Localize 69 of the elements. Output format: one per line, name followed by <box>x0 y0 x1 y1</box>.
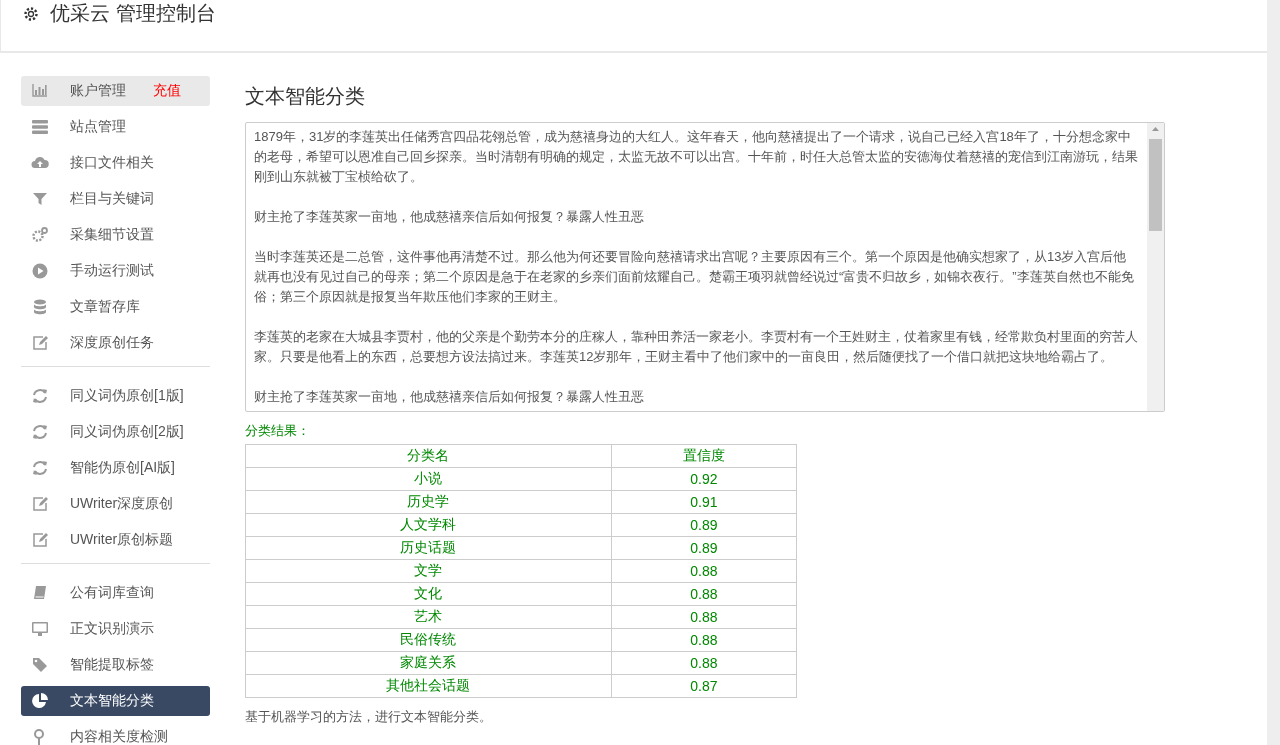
table-cell: 0.89 <box>611 513 797 537</box>
sidebar-item[interactable]: 公有词库查询 <box>21 578 210 608</box>
table-cell: 历史学 <box>245 490 612 514</box>
sidebar-item[interactable]: 智能提取标签 <box>21 650 210 680</box>
edit-icon <box>31 531 49 549</box>
sidebar-item[interactable]: UWriter深度原创 <box>21 489 210 519</box>
sidebar-item-label: 账户管理 <box>70 82 126 100</box>
monitor-icon <box>31 620 49 638</box>
refresh-icon <box>31 387 49 405</box>
text-paragraph: 财主抢了李莲英家一亩地，他成慈禧亲信后如何报复？暴露人性丑恶 <box>254 208 645 226</box>
refresh-icon <box>31 423 49 441</box>
sidebar-item[interactable]: 深度原创任务 <box>21 328 210 358</box>
table-cell: 艺术 <box>245 605 612 629</box>
result-label: 分类结果： <box>245 422 311 440</box>
table-cell: 家庭关系 <box>245 651 612 675</box>
table-cell: 0.91 <box>611 490 797 514</box>
text-paragraph: 当时李莲英还是二总管，这件事他再清楚不过。那么他为何还要冒险向慈禧请求出宫呢？主要原因有三个。第一个原因是他确实想家了，从13岁入宫后他就再也没有见过自己的母亲；第二个原因是急于在老家的乡亲们面前炫耀自己。楚霸王项羽就曾经说过“富贵不归故乡，如锦衣夜行。”李莲英自然也不能免俗；第三个原因就是报复当年欺压他们李家的王财主。 <box>254 248 1135 306</box>
server-icon <box>31 118 49 136</box>
table-cell: 0.89 <box>611 536 797 560</box>
sidebar-item[interactable]: 栏目与关键词 <box>21 184 210 214</box>
sidebar-item[interactable]: 正文识别演示 <box>21 614 210 644</box>
table-cell: 人文学科 <box>245 513 612 537</box>
table-cell: 0.88 <box>611 605 797 629</box>
sidebar-item[interactable]: UWriter原创标题 <box>21 525 210 555</box>
sidebar-item[interactable]: 同义词伪原创[1版] <box>21 381 210 411</box>
page-title: 文本智能分类 <box>245 84 366 109</box>
table-cell: 民俗传统 <box>245 628 612 652</box>
refresh-icon <box>31 459 49 477</box>
text-paragraph: 财主抢了李莲英家一亩地，他成慈禧亲信后如何报复？暴露人性丑恶 <box>254 388 645 406</box>
table-cell: 0.88 <box>611 651 797 675</box>
tag-icon <box>31 656 49 674</box>
settings-icon[interactable] <box>22 4 40 23</box>
scrollbar[interactable] <box>1147 123 1164 411</box>
sidebar-item[interactable]: 智能伪原创[AI版] <box>21 453 210 483</box>
database-icon <box>31 298 49 316</box>
sidebar-item[interactable]: 接口文件相关 <box>21 148 210 178</box>
table-cell: 0.88 <box>611 582 797 606</box>
column-header: 置信度 <box>611 444 797 468</box>
sidebar-item[interactable]: 手动运行测试 <box>21 256 210 286</box>
bar-chart-icon <box>31 82 49 100</box>
sidebar-item[interactable]: 文本智能分类 <box>21 686 210 716</box>
table-cell: 历史话题 <box>245 536 612 560</box>
table-cell: 小说 <box>245 467 612 491</box>
table-cell: 0.92 <box>611 467 797 491</box>
table-cell: 0.88 <box>611 628 797 652</box>
scroll-thumb[interactable] <box>1149 139 1162 231</box>
table-cell: 文学 <box>245 559 612 583</box>
book-icon <box>31 584 49 602</box>
filter-icon <box>31 190 49 208</box>
sidebar-item[interactable]: 站点管理 <box>21 112 210 142</box>
table-cell: 0.87 <box>611 674 797 698</box>
app-title: 优采云 管理控制台 <box>50 1 216 26</box>
column-header: 分类名 <box>245 444 612 468</box>
text-area[interactable] <box>245 122 1165 412</box>
text-paragraph: 1879年，31岁的李莲英出任储秀宫四品花翎总管，成为慈禧身边的大红人。这年春天，他向慈禧提出了一个请求，说自己已经入宫18年了，十分想念家中的老母，希望可以恩准自己回乡探亲。当时清朝有明确的规定，太监无故不可以出宫。十年前，时任大总管太监的安德海仗着慈禧的宠信到江南游玩，结果刚到山东就被丁宝桢给砍了。 <box>254 128 1139 186</box>
play-icon <box>31 262 49 280</box>
edit-icon <box>31 495 49 513</box>
text-paragraph: 李莲英的老家在大城县李贾村，他的父亲是个勤劳本分的庄稼人，靠种田养活一家老小。李贾村有一个王姓财主，仗着家里有钱，经常欺负村里面的穷苦人家。只要是他看上的东西，总要想方设法搞过来。李莲英12岁那年，王财主看中了他们家中的一亩良田，然后随便找了一个借口就把这块地给霸占了。 <box>254 328 1139 366</box>
table-cell: 0.88 <box>611 559 797 583</box>
sidebar-item[interactable]: 文章暂存库 <box>21 292 210 322</box>
edit-icon <box>31 334 49 352</box>
sidebar-item[interactable]: 采集细节设置 <box>21 220 210 250</box>
pie-chart-icon <box>31 692 49 710</box>
description-text: 基于机器学习的方法，进行文本智能分类。 <box>245 708 493 726</box>
table-cell: 文化 <box>245 582 612 606</box>
sidebar-item[interactable]: 同义词伪原创[2版] <box>21 417 210 447</box>
table-cell: 其他社会话题 <box>245 674 612 698</box>
sidebar-item[interactable]: 内容相关度检测 <box>21 722 210 745</box>
sidebar-item[interactable]: 账户管理 充值 <box>21 76 210 106</box>
